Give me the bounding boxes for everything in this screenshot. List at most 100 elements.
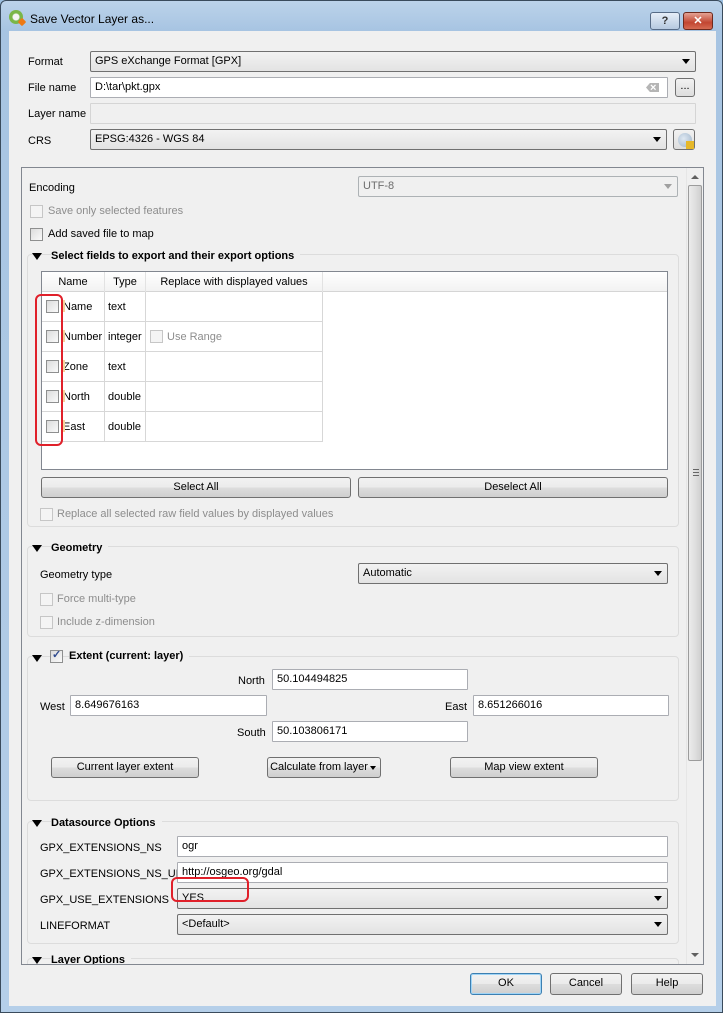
datasource-option-select[interactable]: <Default> — [177, 914, 668, 935]
datasource-option-value: YES — [182, 892, 205, 904]
save-only-selected-label: Save only selected features — [48, 205, 184, 217]
name-cell: East — [42, 412, 105, 442]
dropdown-arrow-icon — [370, 766, 376, 770]
save-vector-layer-dialog: Save Vector Layer as... ? ✕ Format GPS e… — [0, 0, 723, 1013]
current-layer-extent-button[interactable]: Current layer extent — [51, 757, 199, 778]
type-cell: double — [105, 382, 146, 412]
table-header: Name Type Replace with displayed values — [42, 272, 667, 292]
collapse-triangle-icon[interactable] — [32, 655, 42, 662]
west-input[interactable]: 8.649676163 — [70, 695, 267, 716]
dialog-body: Format GPS eXchange Format [GPX] File na… — [9, 31, 716, 1006]
file-name-input[interactable]: D:\tar\pkt.gpx — [90, 77, 668, 98]
crs-selector-button[interactable] — [673, 129, 695, 150]
browse-button[interactable]: ... — [675, 78, 695, 97]
collapse-triangle-icon[interactable] — [32, 820, 42, 827]
type-cell: text — [105, 292, 146, 322]
geometry-group-title: Geometry — [51, 542, 109, 554]
fields-table: Name Type Replace with displayed values … — [41, 271, 668, 470]
field-export-checkbox[interactable] — [46, 300, 59, 313]
column-header-type[interactable]: Type — [105, 272, 146, 292]
collapse-triangle-icon[interactable] — [32, 957, 42, 964]
geometry-type-value: Automatic — [363, 567, 412, 579]
ok-button[interactable]: OK — [470, 973, 542, 995]
options-scroll-area: Encoding UTF-8 Save only selected featur… — [21, 167, 704, 965]
field-export-checkbox[interactable] — [46, 420, 59, 433]
east-input[interactable]: 8.651266016 — [473, 695, 669, 716]
south-input[interactable]: 50.103806171 — [272, 721, 468, 742]
calculate-from-layer-button[interactable]: Calculate from layer — [267, 757, 381, 778]
select-all-button[interactable]: Select All — [41, 477, 351, 498]
scroll-down-arrow-icon[interactable] — [691, 953, 699, 957]
layer-name-label: Layer name — [28, 108, 87, 120]
collapse-triangle-icon[interactable] — [32, 545, 42, 552]
column-header-name[interactable]: Name — [42, 272, 105, 292]
field-name: East — [61, 412, 85, 442]
title-bar: Save Vector Layer as... ? ✕ — [1, 1, 722, 30]
geometry-type-select[interactable]: Automatic — [358, 563, 668, 584]
force-multi-label: Force multi-type — [57, 593, 136, 605]
layer-name-input[interactable] — [90, 103, 696, 124]
crs-select[interactable]: EPSG:4326 - WGS 84 — [90, 129, 667, 150]
collapse-triangle-icon[interactable] — [32, 253, 42, 260]
field-export-checkbox[interactable] — [46, 330, 59, 343]
close-button[interactable]: ✕ — [683, 12, 713, 30]
east-label: East — [445, 701, 468, 713]
datasource-option-label: GPX_USE_EXTENSIONS — [40, 894, 169, 906]
field-name: Number — [61, 322, 102, 352]
replace-all-label: Replace all selected raw field values by… — [57, 508, 334, 520]
datasource-option-value: <Default> — [182, 918, 230, 930]
datasource-option-label: GPX_EXTENSIONS_NS_URL — [40, 868, 190, 880]
add-to-map-label: Add saved file to map — [48, 228, 154, 240]
crs-value: EPSG:4326 - WGS 84 — [95, 133, 205, 145]
clear-text-icon[interactable] — [646, 83, 659, 92]
map-view-extent-button[interactable]: Map view extent — [450, 757, 598, 778]
field-export-checkbox[interactable] — [46, 360, 59, 373]
vertical-scrollbar[interactable] — [686, 168, 703, 964]
field-export-checkbox[interactable] — [46, 390, 59, 403]
format-select[interactable]: GPS eXchange Format [GPX] — [90, 51, 696, 72]
qgis-logo-icon — [9, 10, 23, 24]
replace-cell — [146, 382, 323, 412]
deselect-all-button[interactable]: Deselect All — [358, 477, 668, 498]
scroll-up-arrow-icon[interactable] — [691, 175, 699, 179]
include-z-checkbox[interactable] — [40, 616, 53, 629]
extent-checkbox[interactable] — [50, 648, 63, 663]
grip-icon — [693, 469, 699, 477]
north-input[interactable]: 50.104494825 — [272, 669, 468, 690]
replace-cell — [146, 292, 323, 322]
north-label: North — [238, 675, 265, 687]
encoding-select[interactable]: UTF-8 — [358, 176, 678, 197]
format-label: Format — [28, 56, 63, 68]
add-to-map-checkbox[interactable] — [30, 228, 43, 241]
datasource-option-value: ogr — [182, 840, 198, 852]
replace-cell — [146, 412, 323, 442]
force-multi-checkbox[interactable] — [40, 593, 53, 606]
help-title-button[interactable]: ? — [650, 12, 680, 30]
type-cell: double — [105, 412, 146, 442]
field-name: Zone — [61, 352, 88, 382]
cancel-button[interactable]: Cancel — [550, 973, 622, 995]
help-button[interactable]: Help — [631, 973, 703, 995]
field-name: North — [62, 382, 90, 412]
chevron-down-icon — [653, 137, 661, 142]
datasource-option-input[interactable]: ogr — [177, 836, 668, 857]
scrollbar-thumb[interactable] — [688, 185, 702, 761]
include-z-label: Include z-dimension — [57, 616, 155, 628]
name-cell: Name — [42, 292, 105, 322]
replace-cell: Use Range — [146, 322, 323, 352]
layer-options-title: Layer Options — [51, 954, 131, 964]
chevron-down-icon — [664, 184, 672, 189]
calculate-from-layer-label: Calculate from layer — [270, 761, 368, 773]
file-name-label: File name — [28, 82, 77, 94]
replace-cell — [146, 352, 323, 382]
save-only-selected-checkbox[interactable] — [30, 205, 43, 218]
format-value: GPS eXchange Format [GPX] — [95, 55, 242, 67]
name-cell: Number — [42, 322, 105, 352]
replace-all-checkbox[interactable] — [40, 508, 53, 521]
encoding-label: Encoding — [29, 182, 75, 194]
use-range-checkbox[interactable] — [150, 330, 163, 343]
crs-label: CRS — [28, 135, 52, 147]
datasource-option-input[interactable]: http://osgeo.org/gdal — [177, 862, 668, 883]
column-header-replace[interactable]: Replace with displayed values — [146, 272, 323, 292]
datasource-option-select[interactable]: YES — [177, 888, 668, 909]
